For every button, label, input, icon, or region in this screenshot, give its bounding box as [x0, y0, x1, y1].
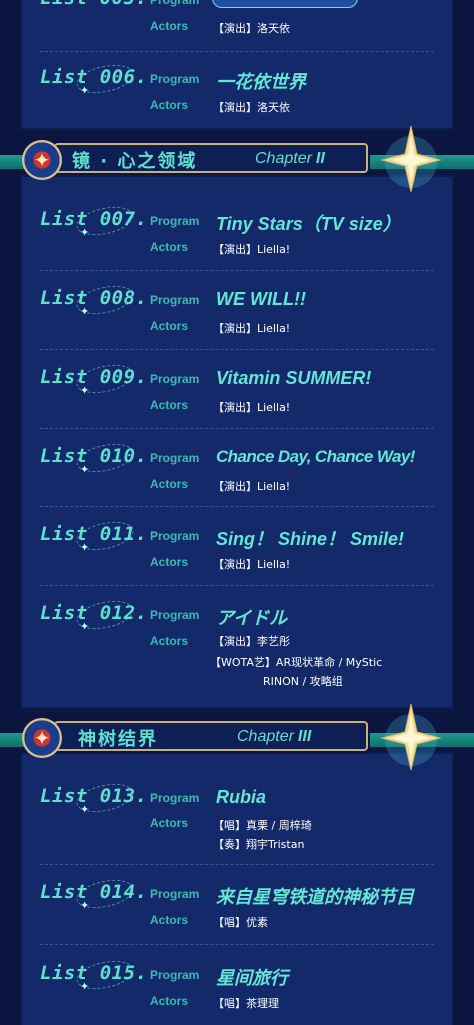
actors-label: Actors [150, 634, 189, 648]
actor-line: 【演出】洛天依 [213, 22, 290, 35]
list-number: List 008. [40, 287, 148, 309]
program-label: Program [150, 529, 200, 543]
actor-line: 【演出】Liella! [213, 480, 291, 493]
actors-label: Actors [150, 913, 189, 927]
row-divider [40, 944, 434, 945]
list-number: List 010. [40, 445, 148, 467]
chapter-number: II [315, 150, 325, 167]
list-number: List 006. [40, 66, 148, 88]
list-number: List 009. [40, 366, 148, 388]
program-label: Program [150, 608, 200, 622]
star-icon [380, 125, 442, 193]
actors-label: Actors [150, 98, 189, 112]
program-label: Program [150, 293, 200, 307]
actor-line: 【唱】优素 [213, 916, 268, 929]
list-number: List 015. [40, 962, 148, 984]
chapter-word: Chapter [237, 728, 294, 745]
song-title: 一花依世界 [216, 72, 306, 92]
program-label: Program [150, 968, 200, 982]
song-title: Sing！ Shine！ Smile! [216, 529, 405, 549]
actors-label: Actors [150, 398, 189, 412]
actor-line: RINON / 攻略组 [263, 675, 343, 688]
song-title: WE WILL!! [216, 289, 306, 309]
top-badge-decoration [212, 0, 358, 8]
row-divider [40, 270, 434, 271]
song-title: Vitamin SUMMER! [216, 368, 372, 388]
chapter-label: Chapter II [255, 150, 325, 168]
actors-label: Actors [150, 555, 189, 569]
program-label: Program [150, 72, 200, 86]
list-number: List 011. [40, 523, 148, 545]
actor-line: 【演出】李艺彤 [213, 635, 290, 648]
list-number: List 012. [40, 602, 148, 624]
actor-line: 【唱】茶理理 [213, 997, 279, 1010]
list-number: List 013. [40, 785, 148, 807]
row-divider [40, 585, 434, 586]
actor-line: 【演出】Liella! [213, 322, 291, 335]
medal-icon: ✦ [22, 140, 62, 180]
list-number: List 005. [40, 0, 147, 9]
song-title: Tiny Stars（TV size） [216, 214, 401, 234]
actor-line: 【演出】Liella! [213, 401, 291, 414]
section-title: 神树结界 [78, 729, 158, 750]
program-label: Program [150, 372, 200, 386]
actors-label: Actors [150, 19, 189, 33]
actors-label: Actors [150, 477, 189, 491]
actors-label: Actors [150, 319, 189, 333]
program-label: Program [150, 451, 200, 465]
row-divider [40, 428, 434, 429]
list-number: List 007. [40, 208, 148, 230]
actors-label: Actors [150, 816, 189, 830]
song-title: アイドル [216, 608, 288, 628]
actor-line: 【奏】翔宇Tristan [213, 838, 305, 851]
star-icon [380, 703, 442, 771]
section-title: 镜 · 心之领域 [72, 151, 198, 172]
song-title: 来自星穹铁道的神秘节目 [216, 887, 414, 907]
row-divider [40, 349, 434, 350]
actors-label: Actors [150, 994, 189, 1008]
song-title: 星间旅行 [216, 968, 288, 988]
chapter-number: III [297, 728, 312, 745]
chapter-word: Chapter [255, 150, 312, 167]
actor-line: 【演出】洛天依 [213, 101, 290, 114]
actor-line: 【WOTA艺】AR现状革命 / MyStic [210, 656, 383, 669]
actor-line: 【演出】Liella! [213, 243, 291, 256]
actors-label: Actors [150, 240, 189, 254]
chapter-banner: ✦ 镜 · 心之领域 Chapter II [0, 125, 474, 193]
program-label: Program [150, 887, 200, 901]
row-divider [40, 51, 434, 52]
chapter-label: Chapter III [237, 728, 311, 746]
song-title: Chance Day, Chance Way! [216, 447, 415, 466]
actor-line: 【唱】真栗 / 周梓琦 [213, 819, 312, 832]
chapter-banner: ✦ 神树结界 Chapter III [0, 703, 474, 771]
row-divider [40, 864, 434, 865]
program-label: Program [150, 791, 200, 805]
program-label: Program [150, 0, 200, 7]
actor-line: 【演出】Liella! [213, 558, 291, 571]
song-title: Rubia [216, 787, 267, 807]
program-label: Program [150, 214, 200, 228]
medal-icon: ✦ [22, 718, 62, 758]
row-divider [40, 506, 434, 507]
list-number: List 014. [40, 881, 148, 903]
